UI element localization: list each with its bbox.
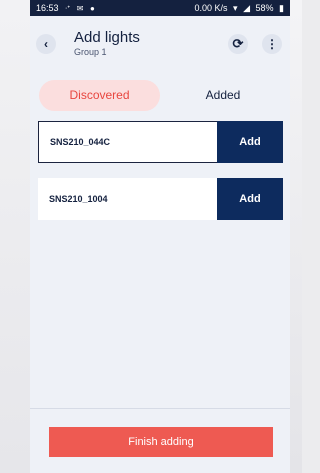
side-background-right xyxy=(290,0,302,473)
network-speed: 0.00 K/s xyxy=(194,3,228,13)
more-options-button[interactable]: ⋮ xyxy=(262,34,282,54)
footer-bar: Finish adding xyxy=(30,408,290,473)
mail-icon: ✉ xyxy=(76,4,84,13)
app-screen: 16:53 ᐧᐩ ✉ ● 0.00 K/s ▾ ◢ 58% ▮ ‹ Add li… xyxy=(30,0,290,473)
usb-icon: ᐧᐩ xyxy=(65,4,71,13)
app-header: ‹ Add lights Group 1 ⟳ ⋮ xyxy=(30,16,290,64)
app-icon: ● xyxy=(89,4,95,13)
chevron-left-icon: ‹ xyxy=(44,37,48,51)
status-time: 16:53 xyxy=(36,3,59,13)
page-title: Add lights xyxy=(74,29,140,46)
finish-adding-button[interactable]: Finish adding xyxy=(49,427,273,457)
page-subtitle: Group 1 xyxy=(74,47,107,57)
battery-icon: ▮ xyxy=(279,3,284,13)
signal-icon: ◢ xyxy=(243,3,250,13)
tab-added[interactable]: Added xyxy=(178,80,268,111)
tab-discovered[interactable]: Discovered xyxy=(39,80,160,111)
more-vertical-icon: ⋮ xyxy=(266,37,278,51)
refresh-icon: ⟳ xyxy=(232,36,244,51)
status-left: 16:53 ᐧᐩ ✉ ● xyxy=(36,0,95,17)
device-row: SNS210_1004 Add xyxy=(38,178,283,220)
battery-level: 58% xyxy=(255,3,274,13)
status-right: 0.00 K/s ▾ ◢ 58% ▮ xyxy=(191,0,284,16)
device-row: SNS210_044C Add xyxy=(38,121,283,163)
wifi-icon: ▾ xyxy=(233,3,238,13)
device-name: SNS210_044C xyxy=(50,137,111,147)
add-device-button[interactable]: Add xyxy=(217,121,283,163)
add-device-button[interactable]: Add xyxy=(217,178,283,220)
side-background-left xyxy=(0,0,30,473)
status-bar: 16:53 ᐧᐩ ✉ ● 0.00 K/s ▾ ◢ 58% ▮ xyxy=(30,0,290,16)
refresh-button[interactable]: ⟳ xyxy=(228,34,248,54)
device-name: SNS210_1004 xyxy=(49,194,108,204)
back-button[interactable]: ‹ xyxy=(36,34,56,54)
